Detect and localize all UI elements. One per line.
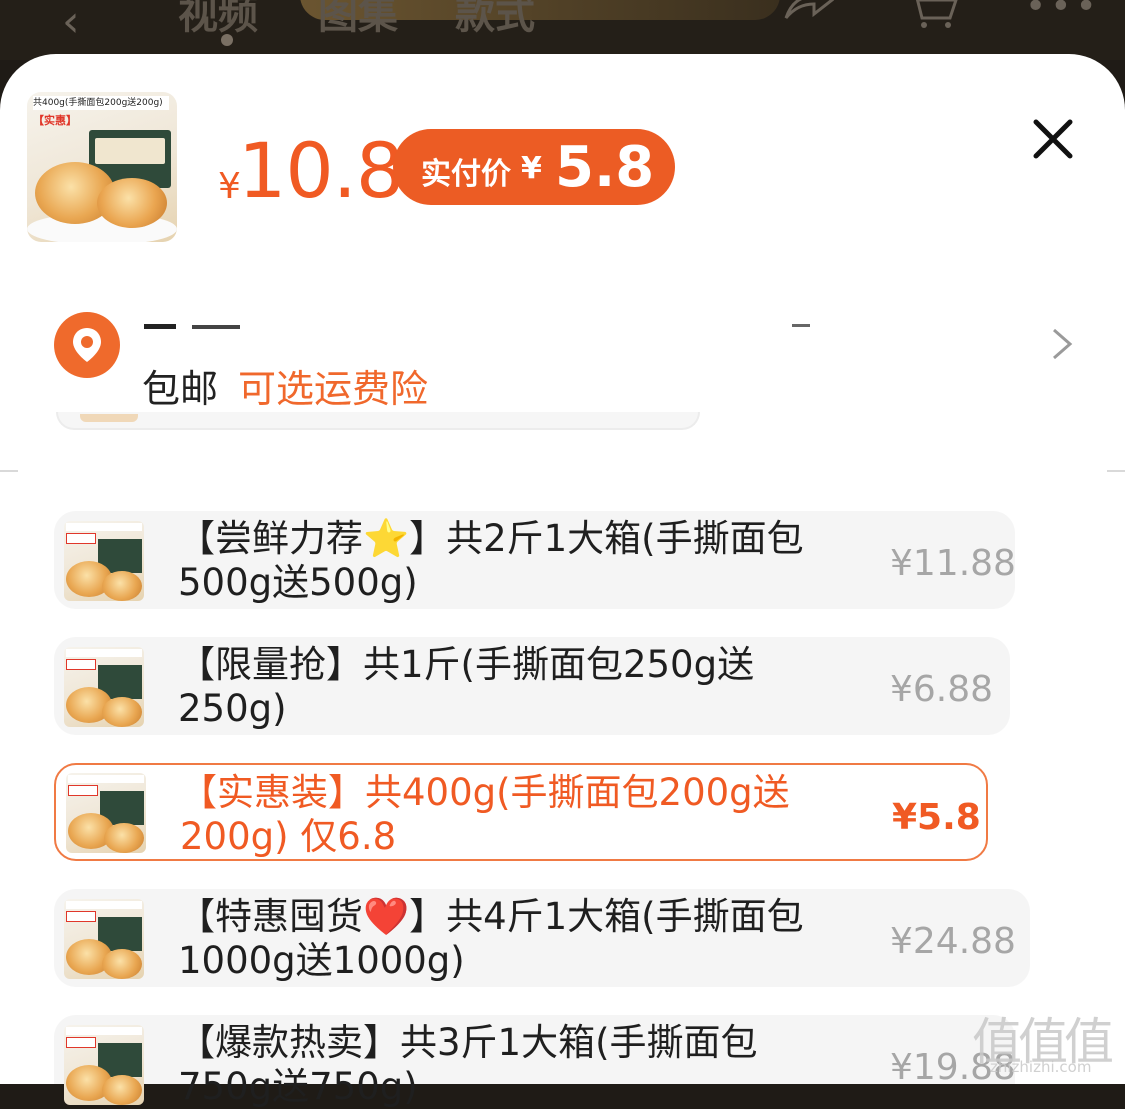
top-nav-bar: ‹ 视频 图集 款式 ••• [0,0,1125,60]
option-thumbnail [64,647,144,727]
sku-option[interactable]: 【爆款热卖】共3斤1大箱(手撕面包750g送750g) ¥19.88 [54,1015,1016,1108]
shipping-insurance-link[interactable]: 可选运费险 [238,358,428,413]
option-price: ¥6.88 [890,669,994,710]
option-price: ¥5.8 [892,797,981,838]
option-peek-thumbnail [80,414,138,422]
tab-gallery[interactable]: 图集 [318,0,398,40]
watermark-logo: 值值值 zhizhizhi.com [972,1002,1120,1082]
sku-option[interactable]: 【限量抢】共1斤(手撕面包250g送250g) ¥6.88 [54,637,1010,735]
thumbnail-banner: 共400g(手撕面包200g送200g) [33,96,169,110]
option-peek[interactable] [56,412,700,430]
option-price: ¥11.88 [890,543,1016,584]
list-price: 10.8 [238,126,404,215]
actual-price-value: 5.8 [555,135,655,200]
actual-price-badge: 实付价 ¥ 5.8 [393,129,675,205]
option-label: 【特惠囤货❤️】共4斤1大箱(手撕面包1000g送1000g) [178,895,804,982]
active-tab-dot [221,34,233,46]
tab-video[interactable]: 视频 [178,0,258,40]
option-price: ¥24.88 [890,921,1016,962]
address-redacted [144,324,810,329]
cart-icon[interactable] [906,0,958,30]
close-icon[interactable] [1026,112,1080,166]
more-icon[interactable]: ••• [1025,0,1101,27]
sku-option[interactable]: 【特惠囤货❤️】共4斤1大箱(手撕面包1000g送1000g) ¥24.88 [54,889,1030,987]
option-thumbnail [64,521,144,601]
sku-option-selected[interactable]: 【实惠装】共400g(手撕面包200g送200g) 仅6.8 ¥5.8 [54,763,988,861]
watermark-site: zhizhizhi.com [990,1058,1092,1076]
share-icon[interactable] [782,0,834,22]
thumbnail-tag: 【实惠】 [33,114,77,127]
actual-price-currency: ¥ [521,151,542,186]
sku-option[interactable]: 【尝鲜力荐⭐】共2斤1大箱(手撕面包500g送500g) ¥11.88 [54,511,1016,609]
bread-image [97,178,167,228]
option-label: 【尝鲜力荐⭐】共2斤1大箱(手撕面包500g送500g) [178,517,804,604]
tab-styles[interactable]: 款式 [455,0,535,40]
option-label: 【爆款热卖】共3斤1大箱(手撕面包750g送750g) [178,1021,758,1108]
option-thumbnail [64,1025,144,1105]
location-pin-icon [54,312,120,378]
option-thumbnail [66,773,146,853]
product-thumbnail: 共400g(手撕面包200g送200g) 【实惠】 [27,92,177,242]
actual-price-label: 实付价 [421,157,511,192]
free-shipping-label: 包邮 [142,367,219,411]
option-thumbnail [64,899,144,979]
chevron-right-icon[interactable] [1050,326,1074,362]
option-label: 【限量抢】共1斤(手撕面包250g送250g) [178,643,755,730]
back-icon[interactable]: ‹ [62,0,80,47]
option-label: 【实惠装】共400g(手撕面包200g送200g) 仅6.8 [180,771,790,858]
